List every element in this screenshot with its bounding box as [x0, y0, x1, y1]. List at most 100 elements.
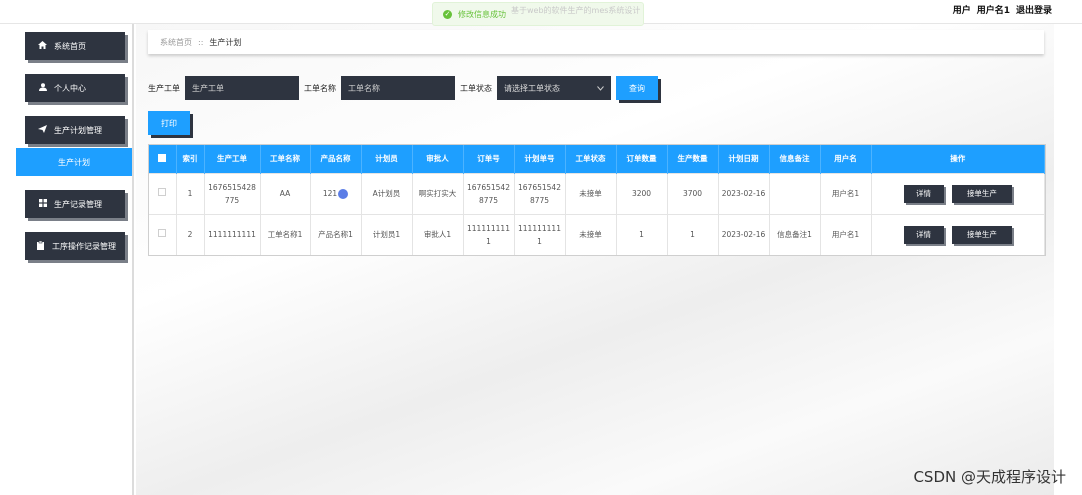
accept-order-button[interactable]: 接单生产 — [951, 225, 1012, 244]
logout-link[interactable]: 退出登录 — [1016, 3, 1052, 16]
success-toast: ✓ 修改信息成功 基于web的软件生产的mes系统设计 — [432, 2, 644, 26]
cell-username: 用户名1 — [820, 213, 872, 255]
order-status-select[interactable]: 请选择工单状态 — [497, 76, 611, 100]
csdn-watermark: CSDN @天成程序设计 — [913, 468, 1066, 486]
sidebar-item-home[interactable]: 系统首页 — [25, 32, 125, 60]
column-header: 工单名称 — [260, 145, 311, 173]
detail-button[interactable]: 详情 — [903, 184, 944, 203]
column-header: 生产工单 — [204, 145, 261, 173]
check-circle-icon: ✓ — [443, 9, 452, 19]
breadcrumb-home[interactable]: 系统首页 — [160, 37, 192, 48]
sidebar-item-process-record[interactable]: 工序操作记录管理 — [25, 232, 125, 260]
cell-plan-no: 1111111111 — [514, 213, 566, 255]
breadcrumb-current: 生产计划 — [209, 37, 242, 47]
search-bar: 生产工单 工单名称 工单状态 请选择工单状态 查询 — [148, 76, 658, 100]
column-header: 订单数量 — [616, 145, 668, 173]
cell-index: 1 — [176, 172, 205, 214]
row-checkbox[interactable] — [158, 188, 167, 196]
toast-message: 修改信息成功 — [458, 9, 506, 19]
cell-planner: A计划员 — [361, 172, 413, 214]
cell-order-no: 1111111111 — [463, 213, 515, 255]
cell-planner: 计划员1 — [361, 213, 413, 255]
chevron-down-icon — [597, 84, 604, 93]
cell-prod-qty: 1 — [667, 213, 719, 255]
main-content: 系统首页 :: 生产计划 生产工单 工单名称 工单状态 请选择工单状态 查询 打… — [136, 24, 1054, 495]
plan-table: 索引 生产工单 工单名称 产品名称 计划员 审批人 订单号 计划单号 工单状态 … — [148, 144, 1046, 256]
table-header-row: 索引 生产工单 工单名称 产品名称 计划员 审批人 订单号 计划单号 工单状态 … — [149, 145, 1045, 173]
user-role: 用户 — [952, 6, 971, 16]
cell-remark — [769, 172, 821, 214]
grid-icon — [38, 199, 47, 209]
cell-order-qty: 3200 — [616, 172, 668, 214]
home-icon — [38, 41, 47, 51]
cell-status: 未接单 — [565, 213, 617, 255]
sidebar: 系统首页 个人中心 生产计划管理 生产计划 生产记录管理 工序操作记录管理 — [0, 24, 134, 495]
table-row: 2 1111111111 工单名称1 产品名称1 计划员1 审批人1 11111… — [149, 213, 1045, 255]
order-status-placeholder: 请选择工单状态 — [504, 83, 560, 93]
sidebar-subitem-plan[interactable]: 生产计划 — [16, 148, 132, 176]
sidebar-subitem-label: 生产计划 — [58, 157, 90, 167]
cell-plan-date: 2023-02-16 — [718, 172, 770, 214]
print-button[interactable]: 打印 — [148, 111, 190, 135]
cell-remark: 信息备注1 — [769, 213, 821, 255]
cell-prod-qty: 3700 — [667, 172, 719, 214]
cell-work-order: 1111111111 — [204, 213, 261, 255]
order-name-input[interactable] — [341, 76, 455, 100]
column-header: 生产数量 — [667, 145, 719, 173]
cell-work-order: 1676515428775 — [204, 172, 261, 214]
row-select-cell[interactable] — [149, 213, 177, 255]
sidebar-item-production-plan[interactable]: 生产计划管理 — [25, 116, 125, 144]
cell-plan-no: 1676515428775 — [514, 172, 566, 214]
query-button[interactable]: 查询 — [616, 76, 658, 100]
accept-order-button[interactable]: 接单生产 — [951, 184, 1012, 203]
column-header: 审批人 — [412, 145, 464, 173]
cell-approver: 审批人1 — [412, 213, 464, 255]
column-header: 订单号 — [463, 145, 515, 173]
cell-order-name: AA — [260, 172, 311, 214]
column-header: 产品名称 — [310, 145, 362, 173]
column-header: 计划日期 — [718, 145, 770, 173]
cell-approver: 啊实打实大 — [412, 172, 464, 214]
sidebar-item-label: 生产计划管理 — [54, 125, 102, 135]
cell-order-name: 工单名称1 — [260, 213, 311, 255]
user-area: 用户 用户名1 退出登录 — [953, 3, 1052, 16]
column-header: 索引 — [176, 145, 205, 173]
work-order-input[interactable] — [185, 76, 299, 100]
row-checkbox[interactable] — [158, 229, 167, 238]
system-title: 基于web的软件生产的mes系统设计 — [511, 6, 641, 15]
sidebar-item-production-record[interactable]: 生产记录管理 — [25, 190, 125, 218]
sidebar-item-label: 系统首页 — [54, 41, 86, 51]
sidebar-item-label: 工序操作记录管理 — [52, 241, 116, 251]
cell-actions: 详情 接单生产 — [871, 213, 1045, 255]
mouse-cursor-icon — [338, 189, 349, 199]
send-icon — [38, 125, 47, 135]
cell-order-qty: 1 — [616, 213, 668, 255]
column-header: 工单状态 — [565, 145, 617, 173]
column-header: 计划单号 — [514, 145, 566, 173]
clipboard-icon — [36, 240, 45, 252]
table-row: 1 1676515428775 AA 121 A计划员 啊实打实大 167651… — [149, 172, 1045, 214]
column-header: 用户名 — [820, 145, 872, 173]
sidebar-item-label: 个人中心 — [54, 83, 86, 93]
user-icon — [38, 83, 47, 93]
column-header: 计划员 — [361, 145, 413, 173]
cell-username: 用户名1 — [820, 172, 872, 214]
cell-index: 2 — [176, 213, 205, 255]
cell-product: 产品名称1 — [310, 213, 362, 255]
cell-product-text: 121 — [322, 189, 338, 198]
row-select-cell[interactable] — [149, 172, 177, 214]
breadcrumb: 系统首页 :: 生产计划 — [148, 30, 1044, 54]
detail-button[interactable]: 详情 — [903, 225, 944, 244]
cell-actions: 详情 接单生产 — [871, 172, 1045, 214]
column-header: 信息备注 — [769, 145, 821, 173]
select-all-header[interactable] — [149, 145, 177, 173]
work-order-label: 生产工单 — [148, 83, 180, 93]
sidebar-item-profile[interactable]: 个人中心 — [25, 74, 125, 102]
select-all-checkbox[interactable] — [158, 153, 167, 162]
sidebar-item-label: 生产记录管理 — [54, 199, 102, 209]
cell-order-no: 1676515428775 — [463, 172, 515, 214]
column-header: 操作 — [871, 145, 1045, 173]
order-status-label: 工单状态 — [460, 83, 492, 93]
cell-plan-date: 2023-02-16 — [718, 213, 770, 255]
username: 用户名1 — [976, 6, 1010, 16]
